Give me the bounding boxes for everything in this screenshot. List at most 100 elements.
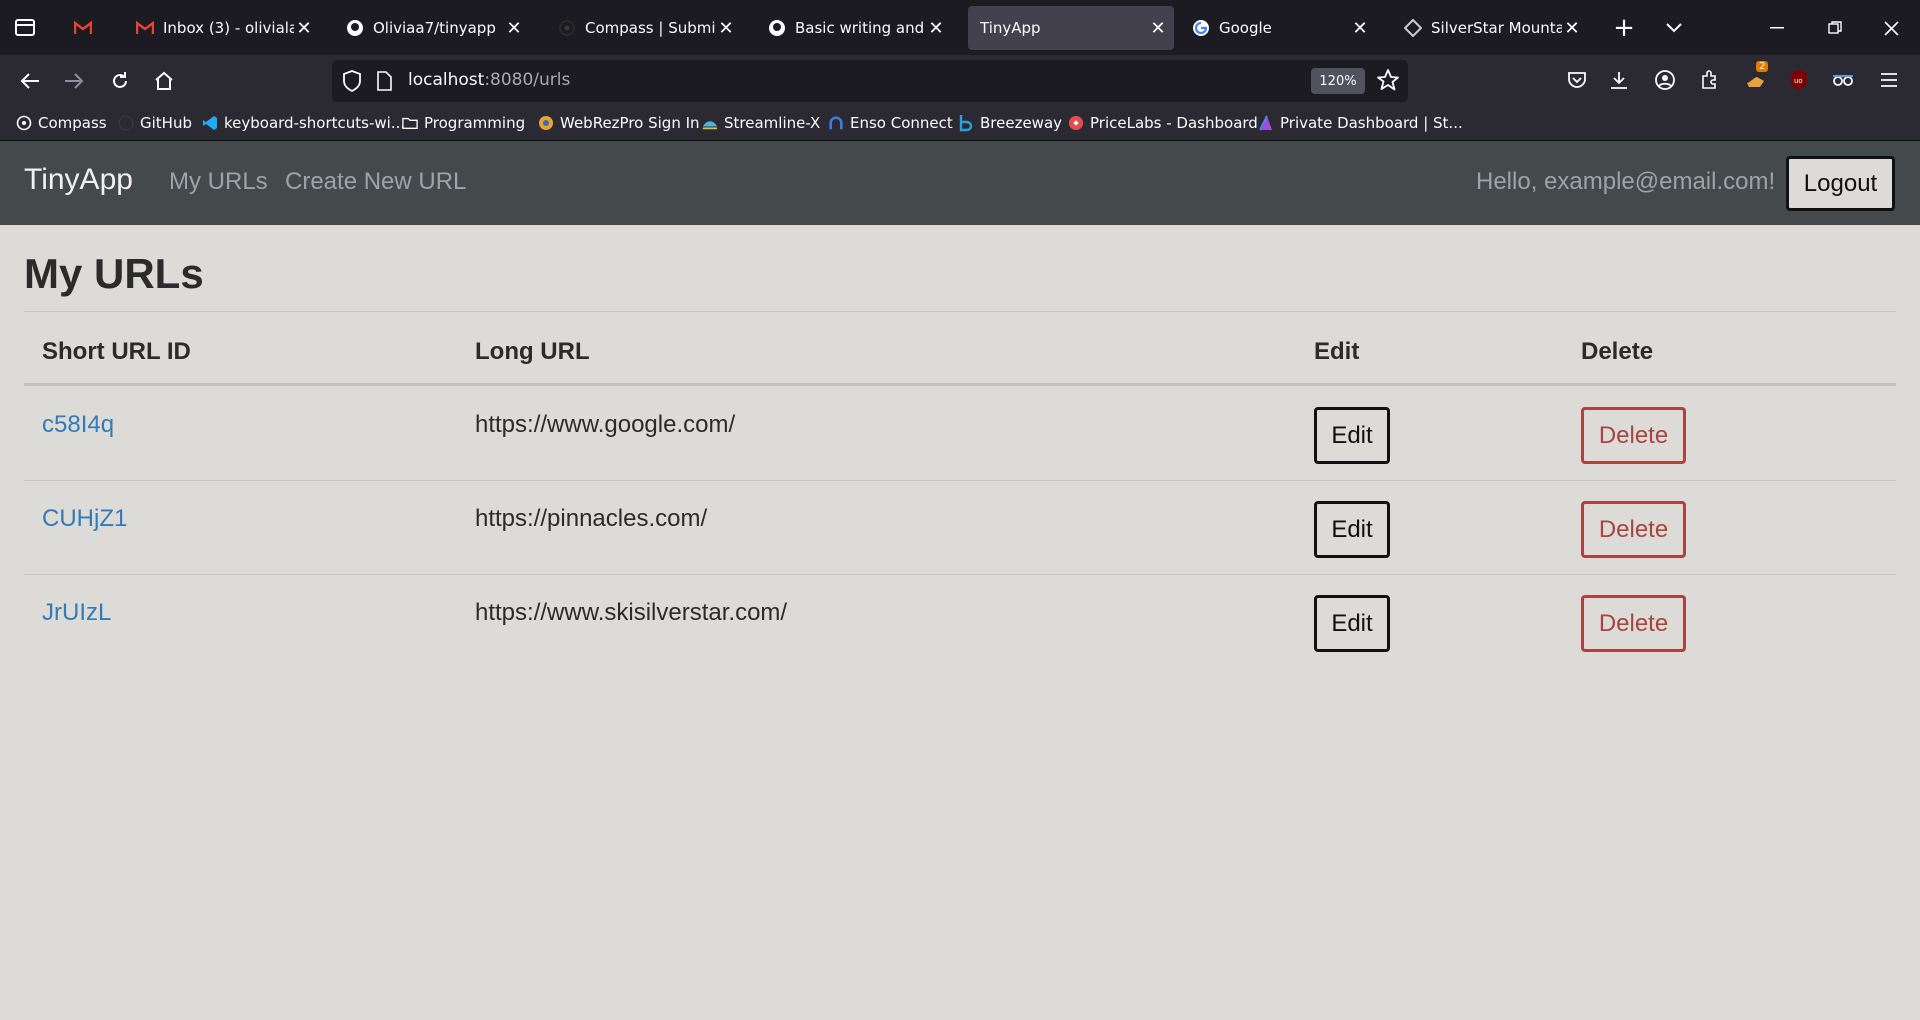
- url-text[interactable]: localhost:8080/urls: [408, 70, 570, 90]
- browser-tab-bar: Inbox (3) - olivialand ✕ Oliviaa7/tinyap…: [0, 0, 1920, 55]
- pocket-icon[interactable]: [1562, 65, 1592, 95]
- tab-compass[interactable]: Compass | Submit Pr ✕: [546, 6, 742, 50]
- table-header: Short URL ID Long URL Edit Delete: [24, 318, 1896, 386]
- extensions-icon[interactable]: [1694, 65, 1724, 95]
- page-title: My URLs: [24, 250, 204, 297]
- minimize-icon[interactable]: [1762, 14, 1792, 42]
- downloads-icon[interactable]: [1604, 65, 1634, 95]
- bookmark-label: keyboard-shortcuts-wi...: [224, 114, 406, 132]
- bookmark-keyboard-shortcuts[interactable]: keyboard-shortcuts-wi...: [202, 114, 405, 132]
- dashboard-icon: [1258, 115, 1274, 131]
- list-all-tabs-icon[interactable]: [1660, 14, 1688, 42]
- bookmark-label: GitHub: [140, 114, 192, 132]
- zoom-level[interactable]: 120%: [1311, 68, 1365, 94]
- github-icon: [768, 19, 786, 37]
- close-tab-icon[interactable]: ✕: [504, 18, 524, 39]
- address-bar[interactable]: localhost:8080/urls 120%: [332, 60, 1408, 102]
- bookmark-star-icon[interactable]: [1376, 68, 1400, 96]
- bookmark-webrezpro[interactable]: WebRezPro Sign In: [538, 114, 700, 132]
- github-icon: [118, 115, 134, 131]
- home-icon[interactable]: [148, 65, 180, 97]
- nav-create-new-url[interactable]: Create New URL: [285, 168, 466, 196]
- bookmark-breezeway[interactable]: Breezeway: [958, 114, 1062, 132]
- tab-title: Google: [1219, 19, 1272, 37]
- brand-link[interactable]: TinyApp: [24, 163, 133, 197]
- enso-icon: [828, 115, 844, 131]
- bookmark-label: PriceLabs - Dashboard: [1090, 114, 1258, 132]
- tab-title: Compass | Submit Pr: [585, 19, 716, 37]
- tab-tinyapp-active[interactable]: TinyApp ✕: [968, 6, 1174, 50]
- bookmarks-bar: Compass GitHub keyboard-shortcuts-wi... …: [0, 107, 1920, 141]
- back-icon[interactable]: [14, 65, 46, 97]
- short-url-link[interactable]: CUHjZ1: [42, 505, 127, 533]
- column-header-long-url: Long URL: [475, 338, 590, 365]
- column-header-short-url: Short URL ID: [42, 338, 191, 365]
- bookmark-label: WebRezPro Sign In: [560, 114, 700, 132]
- nav-my-urls[interactable]: My URLs: [169, 168, 268, 196]
- tab-silverstar[interactable]: SilverStar Mountain ✕: [1392, 6, 1588, 50]
- short-url-link[interactable]: JrUIzL: [42, 599, 111, 627]
- streamline-icon: [702, 115, 718, 131]
- new-tab-icon[interactable]: +: [1610, 13, 1638, 43]
- user-greeting: Hello, example@email.com!: [1476, 168, 1776, 195]
- bookmark-label: Programming: [424, 114, 526, 132]
- tab-title: SilverStar Mountain: [1431, 19, 1562, 37]
- bookmark-folder-programming[interactable]: Programming: [402, 114, 525, 132]
- google-icon: [1192, 19, 1210, 37]
- breezeway-icon: [958, 115, 974, 132]
- close-tab-icon[interactable]: ✕: [926, 18, 946, 39]
- menu-icon[interactable]: [1874, 65, 1904, 95]
- bookmark-compass[interactable]: Compass: [16, 114, 107, 132]
- url-path: :8080/urls: [484, 70, 571, 90]
- edit-button[interactable]: Edit: [1314, 501, 1390, 558]
- close-tab-icon[interactable]: ✕: [1148, 18, 1168, 39]
- delete-button[interactable]: Delete: [1581, 595, 1686, 652]
- close-tab-icon[interactable]: ✕: [1562, 18, 1582, 39]
- browser-nav-bar: localhost:8080/urls 120% 2 uo: [0, 55, 1920, 107]
- tab-title: Inbox (3) - olivialand: [163, 19, 294, 37]
- gmail-icon: [74, 19, 92, 37]
- edit-button[interactable]: Edit: [1314, 407, 1390, 464]
- bookmark-label: Streamline-X: [724, 114, 821, 132]
- short-url-link[interactable]: c58I4q: [42, 411, 114, 439]
- tab-inbox[interactable]: Inbox (3) - olivialand ✕: [124, 6, 320, 50]
- bookmark-streamline[interactable]: Streamline-X: [702, 114, 820, 132]
- vscode-icon: [202, 115, 218, 131]
- tab-gmail-pinned[interactable]: [62, 6, 102, 50]
- table-row: JrUIzL https://www.skisilverstar.com/ Ed…: [24, 575, 1896, 669]
- tab-google[interactable]: Google ✕: [1180, 6, 1376, 50]
- reload-icon[interactable]: [104, 65, 136, 97]
- shield-icon[interactable]: [342, 70, 362, 96]
- close-tab-icon[interactable]: ✕: [716, 18, 736, 39]
- tab-basic-writing[interactable]: Basic writing and for ✕: [756, 6, 952, 50]
- tab-overview-icon[interactable]: [12, 14, 38, 40]
- close-tab-icon[interactable]: ✕: [1350, 18, 1370, 39]
- close-tab-icon[interactable]: ✕: [294, 18, 314, 39]
- bookmark-private-dashboard[interactable]: Private Dashboard | St...: [1258, 114, 1463, 132]
- edit-button[interactable]: Edit: [1314, 595, 1390, 652]
- table-row: CUHjZ1 https://pinnacles.com/ Edit Delet…: [24, 481, 1896, 575]
- extension-notification-icon[interactable]: 2: [1740, 61, 1772, 95]
- ublock-icon[interactable]: uo: [1784, 65, 1814, 95]
- bookmark-github[interactable]: GitHub: [118, 114, 192, 132]
- compass-icon: [558, 19, 576, 37]
- logout-button[interactable]: Logout: [1786, 156, 1895, 211]
- bookmark-enso-connect[interactable]: Enso Connect: [828, 114, 953, 132]
- bookmark-pricelabs[interactable]: PriceLabs - Dashboard: [1068, 114, 1258, 132]
- forward-icon[interactable]: [58, 65, 90, 97]
- glasses-extension-icon[interactable]: [1828, 65, 1858, 95]
- pricelabs-icon: [1068, 115, 1084, 131]
- silverstar-icon: [1404, 19, 1422, 37]
- long-url-text: https://www.google.com/: [475, 411, 736, 438]
- page-icon[interactable]: [376, 71, 392, 95]
- gmail-icon: [136, 19, 154, 37]
- app-navbar: TinyApp My URLs Create New URL Hello, ex…: [0, 141, 1920, 225]
- tab-github-tinyapp[interactable]: Oliviaa7/tinyapp ✕: [334, 6, 530, 50]
- url-host: localhost: [408, 70, 485, 90]
- restore-icon[interactable]: [1820, 14, 1850, 42]
- table-row: c58I4q https://www.google.com/ Edit Dele…: [24, 387, 1896, 481]
- account-icon[interactable]: [1650, 65, 1680, 95]
- delete-button[interactable]: Delete: [1581, 407, 1686, 464]
- delete-button[interactable]: Delete: [1581, 501, 1686, 558]
- close-window-icon[interactable]: [1876, 14, 1906, 42]
